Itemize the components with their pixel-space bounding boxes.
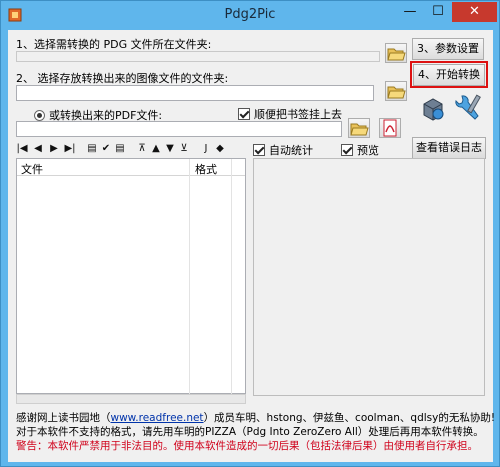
main-panel: 1、选择需转换的 PDG 文件所在文件夹: 3、参数设置 4、开始转换 2、 选… xyxy=(8,30,495,462)
move-top-icon[interactable]: ⊼ xyxy=(136,142,148,156)
title-bar[interactable]: Pdg2Pic — ☐ ✕ xyxy=(1,1,499,29)
image-output-label: 2、 选择存放转换出来的图像文件的文件夹: xyxy=(16,72,229,85)
maximize-button[interactable]: ☐ xyxy=(424,2,452,22)
check-icon[interactable]: ✔ xyxy=(100,142,112,156)
source-folder-label: 1、选择需转换的 PDG 文件所在文件夹: xyxy=(16,38,212,51)
column-format[interactable]: 格式 xyxy=(195,161,217,177)
credits-suffix: ）成员车明、hstong、伊兹鱼、coolman、qdlsy的无私协助! xyxy=(203,412,496,424)
folder-open-icon xyxy=(350,123,369,136)
browse-pdf-button[interactable] xyxy=(348,118,370,138)
copy-icon[interactable]: ▤ xyxy=(114,142,126,156)
move-up-icon[interactable]: ▲ xyxy=(150,142,162,156)
preview-pane xyxy=(253,158,485,396)
pdf-output-field[interactable] xyxy=(16,121,342,137)
image-output-option[interactable]: 2、 选择存放转换出来的图像文件的文件夹: xyxy=(16,70,228,86)
image-output-field[interactable] xyxy=(16,85,374,101)
bookmark-option[interactable]: 顺便把书签挂上去 xyxy=(238,106,342,122)
first-page-icon[interactable]: |◀ xyxy=(16,142,28,156)
move-bottom-icon[interactable]: ⊻ xyxy=(178,142,190,156)
preview-option[interactable]: 预览 xyxy=(341,142,379,158)
bookmark-label: 顺便把书签挂上去 xyxy=(254,108,342,121)
credits-prefix: 感谢网上读书园地（ xyxy=(16,412,111,424)
credits-text: 感谢网上读书园地（www.readfree.net）成员车明、hstong、伊兹… xyxy=(16,410,495,425)
prev-page-icon[interactable]: ◀ xyxy=(32,142,44,156)
auto-count-option[interactable]: 自动统计 xyxy=(253,142,313,158)
column-divider xyxy=(189,159,190,394)
next-page-icon[interactable]: ▶ xyxy=(48,142,60,156)
preview-checkbox[interactable] xyxy=(341,144,353,156)
settings-button[interactable]: 3、参数设置 xyxy=(412,38,484,60)
column-file[interactable]: 文件 xyxy=(21,161,43,177)
folder-open-icon xyxy=(387,86,406,99)
select-icon[interactable]: ▤ xyxy=(86,142,98,156)
legal-warning: 警告：本软件严禁用于非法目的。使用本软件造成的一切后果（包括法律后果）由使用者自… xyxy=(16,440,478,452)
pdf-icon xyxy=(383,119,397,137)
format-note: 对于本软件不支持的格式，请先用车明的PIZZA（Pdg Into ZeroZer… xyxy=(16,426,484,438)
minimize-button[interactable]: — xyxy=(396,2,424,22)
browse-image-output-button[interactable] xyxy=(385,81,407,101)
column-divider xyxy=(231,159,232,394)
tools-icon[interactable] xyxy=(454,92,484,124)
last-page-icon[interactable]: ▶| xyxy=(64,142,76,156)
file-list[interactable]: 文件 格式 xyxy=(16,158,246,394)
bookmark-checkbox[interactable] xyxy=(238,108,250,120)
file-list-scrollbar[interactable] xyxy=(16,394,246,404)
browse-source-button[interactable] xyxy=(385,43,407,63)
source-folder-field[interactable] xyxy=(16,51,380,62)
auto-count-label: 自动统计 xyxy=(269,144,313,157)
package-settings-icon[interactable] xyxy=(418,94,448,124)
folder-open-icon xyxy=(387,48,406,61)
pdf-radio[interactable] xyxy=(34,110,45,121)
auto-count-checkbox[interactable] xyxy=(253,144,265,156)
move-down-icon[interactable]: ▼ xyxy=(164,142,176,156)
close-button[interactable]: ✕ xyxy=(452,2,497,22)
preview-label: 预览 xyxy=(357,144,379,157)
jump-icon[interactable]: J xyxy=(200,142,212,156)
app-window: Pdg2Pic — ☐ ✕ 1、选择需转换的 PDG 文件所在文件夹: 3、参数… xyxy=(0,0,500,467)
readfree-link[interactable]: www.readfree.net xyxy=(111,412,204,424)
mark-icon[interactable]: ◆ xyxy=(214,142,226,156)
view-error-log-button[interactable]: 查看错误日志 xyxy=(412,137,486,159)
open-pdf-button[interactable] xyxy=(379,118,401,138)
start-convert-button[interactable]: 4、开始转换 xyxy=(413,64,485,86)
file-list-header: 文件 格式 xyxy=(17,159,245,176)
